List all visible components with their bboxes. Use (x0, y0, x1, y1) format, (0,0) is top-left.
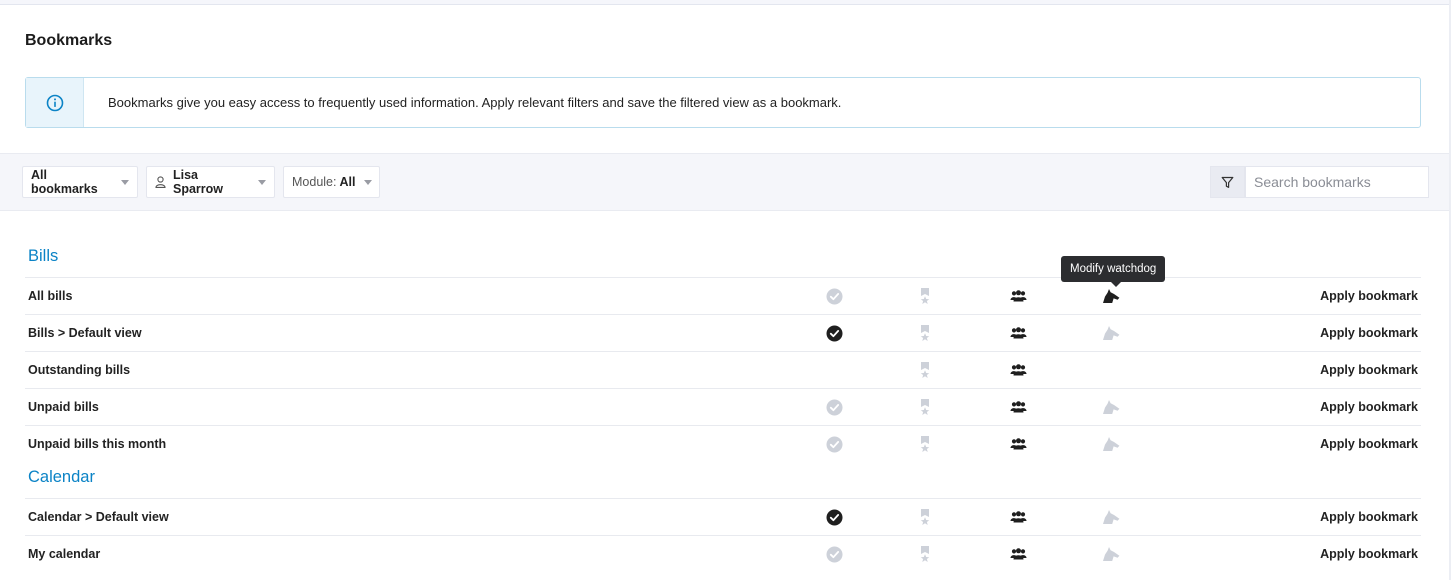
pin-icon[interactable] (913, 536, 937, 572)
pin-icon[interactable] (913, 278, 937, 314)
bookmark-row: Unpaid bills Apply bookmark (25, 388, 1421, 425)
module-value: All (339, 175, 356, 189)
watchdog-icon[interactable] (1099, 426, 1123, 462)
filter-bar: All bookmarks Lisa Sparrow Module: All (0, 153, 1449, 211)
pin-icon[interactable] (913, 389, 937, 425)
apply-bookmark-button[interactable]: Apply bookmark (1320, 389, 1418, 425)
group-title: Calendar (28, 468, 95, 486)
bookmark-row: Outstanding bills Apply bookmark (25, 351, 1421, 388)
default-check-icon[interactable] (822, 315, 846, 351)
page-title: Bookmarks (25, 32, 113, 49)
user-icon (155, 176, 166, 188)
chevron-down-icon (364, 179, 373, 185)
pin-icon[interactable] (913, 315, 937, 351)
apply-bookmark-button[interactable]: Apply bookmark (1320, 426, 1418, 462)
bookmark-row: Unpaid bills this month Apply bookmark (25, 425, 1421, 462)
user-dropdown[interactable]: Lisa Sparrow (146, 166, 275, 198)
chevron-down-icon (258, 179, 266, 185)
tooltip: Modify watchdog (1061, 256, 1166, 287)
shared-users-icon[interactable] (1006, 389, 1030, 425)
chevron-down-icon (121, 179, 129, 185)
bookmark-name[interactable]: Unpaid bills (28, 389, 99, 425)
shared-users-icon[interactable] (1006, 315, 1030, 351)
user-label: Lisa Sparrow (173, 168, 224, 196)
bookmark-row: Calendar > Default view Apply bookmark (25, 498, 1421, 535)
apply-bookmark-button[interactable]: Apply bookmark (1320, 536, 1418, 572)
default-check-icon[interactable] (822, 278, 846, 314)
top-border (0, 0, 1451, 5)
default-check-icon[interactable] (822, 389, 846, 425)
bookmark-name[interactable]: Outstanding bills (28, 352, 130, 388)
default-check-icon[interactable] (822, 499, 846, 535)
bookmark-name[interactable]: My calendar (28, 536, 100, 572)
info-text: Bookmarks give you easy access to freque… (108, 95, 842, 110)
bookmark-name[interactable]: Unpaid bills this month (28, 426, 166, 462)
shared-users-icon[interactable] (1006, 278, 1030, 314)
default-check-icon[interactable] (822, 536, 846, 572)
watchdog-icon[interactable] (1099, 536, 1123, 572)
default-check-icon[interactable] (822, 426, 846, 462)
bookmark-row: My calendar Apply bookmark (25, 535, 1421, 572)
watchdog-icon[interactable] (1099, 315, 1123, 351)
bookmark-name[interactable]: Calendar > Default view (28, 499, 169, 535)
pin-icon[interactable] (913, 426, 937, 462)
shared-users-icon[interactable] (1006, 352, 1030, 388)
shared-users-icon[interactable] (1006, 426, 1030, 462)
apply-bookmark-button[interactable]: Apply bookmark (1320, 352, 1418, 388)
apply-bookmark-button[interactable]: Apply bookmark (1320, 315, 1418, 351)
funnel-icon (1221, 176, 1234, 188)
bookmark-name[interactable]: Bills > Default view (28, 315, 142, 351)
bookmark-name[interactable]: All bills (28, 278, 72, 314)
info-banner: Bookmarks give you easy access to freque… (25, 77, 1421, 128)
search-input[interactable] (1245, 166, 1429, 198)
bookmark-row: Bills > Default view Apply bookmark (25, 314, 1421, 351)
apply-bookmark-button[interactable]: Apply bookmark (1320, 499, 1418, 535)
shared-users-icon[interactable] (1006, 536, 1030, 572)
pin-icon[interactable] (913, 499, 937, 535)
bookmark-row: All bills Apply bookmark (25, 277, 1421, 314)
module-label: Module: (292, 175, 337, 189)
bookmark-scope-label: All bookmarks (31, 168, 98, 196)
watchdog-icon[interactable] (1099, 499, 1123, 535)
shared-users-icon[interactable] (1006, 499, 1030, 535)
apply-bookmark-button[interactable]: Apply bookmark (1320, 278, 1418, 314)
filter-button[interactable] (1210, 166, 1245, 198)
module-dropdown[interactable]: Module: All (283, 166, 380, 198)
watchdog-icon[interactable] (1099, 389, 1123, 425)
info-icon (26, 78, 84, 127)
bookmark-scope-dropdown[interactable]: All bookmarks (22, 166, 138, 198)
pin-icon[interactable] (913, 352, 937, 388)
group-title: Bills (28, 247, 59, 265)
